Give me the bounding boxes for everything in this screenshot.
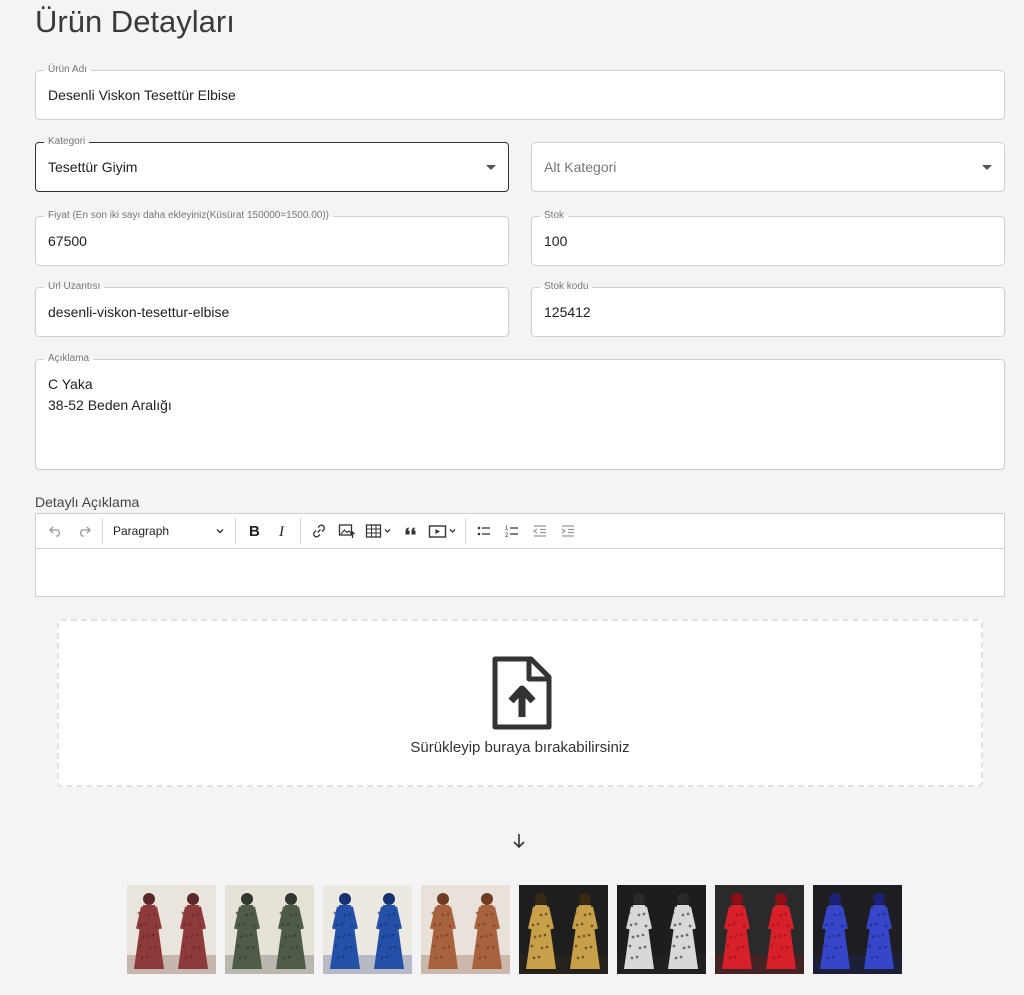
heading-select[interactable]: Paragraph	[107, 517, 231, 545]
product-thumbnail[interactable]	[225, 885, 314, 974]
arrow-down-icon	[513, 834, 525, 849]
price-label: Fiyat (En son iki sayı daha ekleyiniz(Kü…	[44, 210, 333, 222]
svg-text:I: I	[278, 524, 285, 539]
subcategory-select[interactable]: Alt Kategori	[531, 142, 1005, 192]
product-name-label: Ürün Adı	[44, 64, 91, 76]
page-title: Ürün Detayları	[35, 4, 235, 39]
price-field[interactable]: Fiyat (En son iki sayı daha ekleyiniz(Kü…	[35, 210, 509, 266]
dropdown-caret-icon	[486, 165, 496, 170]
description-field[interactable]: Açıklama C Yaka 38-52 Beden Aralığı	[35, 353, 1005, 470]
url-slug-field[interactable]: Url Uzantısı desenli-viskon-tesettur-elb…	[35, 281, 509, 337]
editor-content-area[interactable]	[36, 549, 1004, 596]
product-thumbnail[interactable]	[323, 885, 412, 974]
product-thumbnails	[127, 885, 902, 974]
svg-text:B: B	[249, 523, 260, 539]
category-value: Tesettür Giyim	[48, 159, 138, 175]
description-label: Açıklama	[44, 353, 94, 365]
italic-icon[interactable]: I	[268, 517, 296, 545]
indent-icon[interactable]	[554, 517, 582, 545]
stock-code-field[interactable]: Stok kodu 125412	[531, 281, 1005, 337]
url-slug-value: desenli-viskon-tesettur-elbise	[48, 304, 230, 320]
detailed-description-label: Detaylı Açıklama	[35, 494, 140, 510]
rich-text-editor[interactable]: Paragraph B I 12	[35, 513, 1005, 597]
stock-code-value: 125412	[544, 304, 591, 320]
product-thumbnail[interactable]	[127, 885, 216, 974]
dropzone-text: Sürükleyip buraya bırakabilirsiniz	[410, 739, 630, 756]
bold-icon[interactable]: B	[240, 517, 268, 545]
media-embed-icon[interactable]	[425, 517, 461, 545]
price-value: 67500	[48, 233, 87, 249]
numbered-list-icon[interactable]: 12	[498, 517, 526, 545]
product-thumbnail[interactable]	[421, 885, 510, 974]
dropdown-caret-icon	[982, 165, 992, 170]
product-thumbnail[interactable]	[617, 885, 706, 974]
subcategory-placeholder: Alt Kategori	[544, 159, 617, 175]
product-name-value: Desenli Viskon Tesettür Elbise	[48, 87, 236, 103]
category-select[interactable]: Kategori Tesettür Giyim	[35, 136, 509, 192]
outdent-icon[interactable]	[526, 517, 554, 545]
insert-image-icon[interactable]	[333, 517, 361, 545]
bulleted-list-icon[interactable]	[470, 517, 498, 545]
stock-value: 100	[544, 233, 568, 249]
chevron-down-icon	[216, 529, 224, 534]
heading-select-value: Paragraph	[113, 524, 170, 538]
url-slug-label: Url Uzantısı	[44, 281, 105, 293]
product-thumbnail[interactable]	[715, 885, 804, 974]
table-icon[interactable]	[361, 517, 397, 545]
link-icon[interactable]	[305, 517, 333, 545]
svg-text:1: 1	[505, 526, 509, 532]
product-thumbnail[interactable]	[519, 885, 608, 974]
redo-icon[interactable]	[70, 517, 98, 545]
toolbar-divider	[102, 518, 103, 544]
stock-code-label: Stok kodu	[540, 281, 593, 293]
editor-toolbar: Paragraph B I 12	[36, 514, 1004, 549]
category-label: Kategori	[44, 136, 90, 148]
product-thumbnail[interactable]	[813, 885, 902, 974]
stock-label: Stok	[540, 210, 569, 222]
file-upload-icon	[492, 656, 552, 730]
blockquote-icon[interactable]	[397, 517, 425, 545]
toolbar-divider	[235, 518, 236, 544]
toolbar-divider	[300, 518, 301, 544]
toolbar-divider	[465, 518, 466, 544]
description-value: C Yaka 38-52 Beden Aralığı	[48, 376, 172, 413]
svg-text:2: 2	[505, 533, 509, 539]
product-name-field[interactable]: Ürün Adı Desenli Viskon Tesettür Elbise	[35, 64, 1005, 120]
image-dropzone[interactable]: Sürükleyip buraya bırakabilirsiniz	[57, 619, 983, 787]
undo-icon[interactable]	[42, 517, 70, 545]
stock-field[interactable]: Stok 100	[531, 210, 1005, 266]
